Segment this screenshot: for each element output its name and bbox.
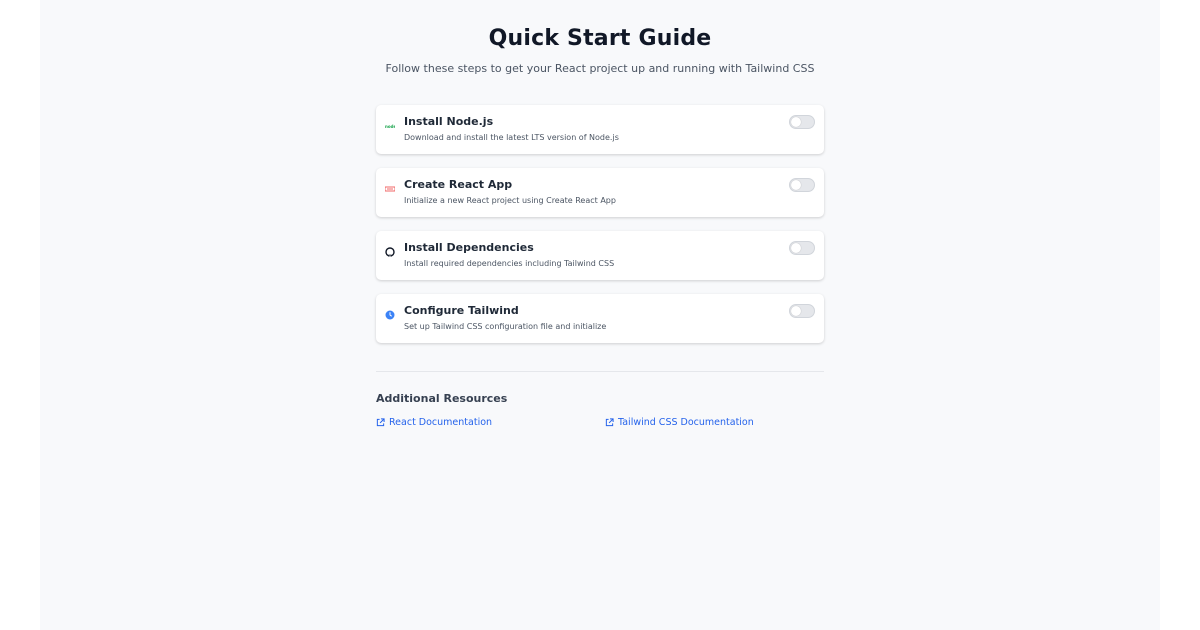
step-title: Install Dependencies [404, 241, 534, 254]
step-toggle-configure-tailwind[interactable] [789, 304, 815, 318]
react-docs-link[interactable]: React Documentation [376, 417, 492, 428]
step-description: Initialize a new React project using Cre… [404, 196, 616, 205]
step-toggle-install-dependencies[interactable] [789, 241, 815, 255]
toggle-knob [791, 306, 801, 316]
tailwind-docs-link[interactable]: Tailwind CSS Documentation [605, 417, 754, 428]
react-icon [384, 179, 396, 192]
svg-text:node: node [385, 124, 395, 129]
page-subtitle: Follow these steps to get your React pro… [385, 62, 815, 75]
nodejs-icon: node [385, 116, 396, 129]
step-description: Set up Tailwind CSS configuration file a… [404, 322, 607, 331]
page-background: Quick Start Guide Follow these steps to … [40, 0, 1160, 630]
resources-heading: Additional Resources [376, 392, 508, 405]
toggle-knob [791, 243, 801, 253]
step-card-configure-tailwind: Configure Tailwind Set up Tailwind CSS c… [376, 294, 824, 343]
step-description: Install required dependencies including … [404, 259, 615, 268]
step-title: Install Node.js [404, 115, 494, 128]
step-description: Download and install the latest LTS vers… [404, 133, 619, 142]
toggle-knob [791, 117, 801, 127]
external-link-icon [605, 418, 614, 427]
external-link-icon [376, 418, 385, 427]
step-card-install-nodejs: node Install Node.js Download and instal… [376, 105, 824, 154]
toggle-knob [791, 180, 801, 190]
page-title: Quick Start Guide [488, 26, 712, 51]
step-card-create-react-app: Create React App Initialize a new React … [376, 168, 824, 217]
github-icon [385, 242, 395, 257]
step-toggle-create-react-app[interactable] [789, 178, 815, 192]
step-card-install-dependencies: Install Dependencies Install required de… [376, 231, 824, 280]
step-title: Create React App [404, 178, 513, 191]
section-divider [376, 371, 824, 372]
step-title: Configure Tailwind [404, 304, 519, 317]
react-docs-link-label: React Documentation [389, 417, 493, 428]
tailwind-docs-link-label: Tailwind CSS Documentation [618, 417, 754, 428]
step-toggle-install-nodejs[interactable] [789, 115, 815, 129]
clock-icon [385, 305, 395, 320]
